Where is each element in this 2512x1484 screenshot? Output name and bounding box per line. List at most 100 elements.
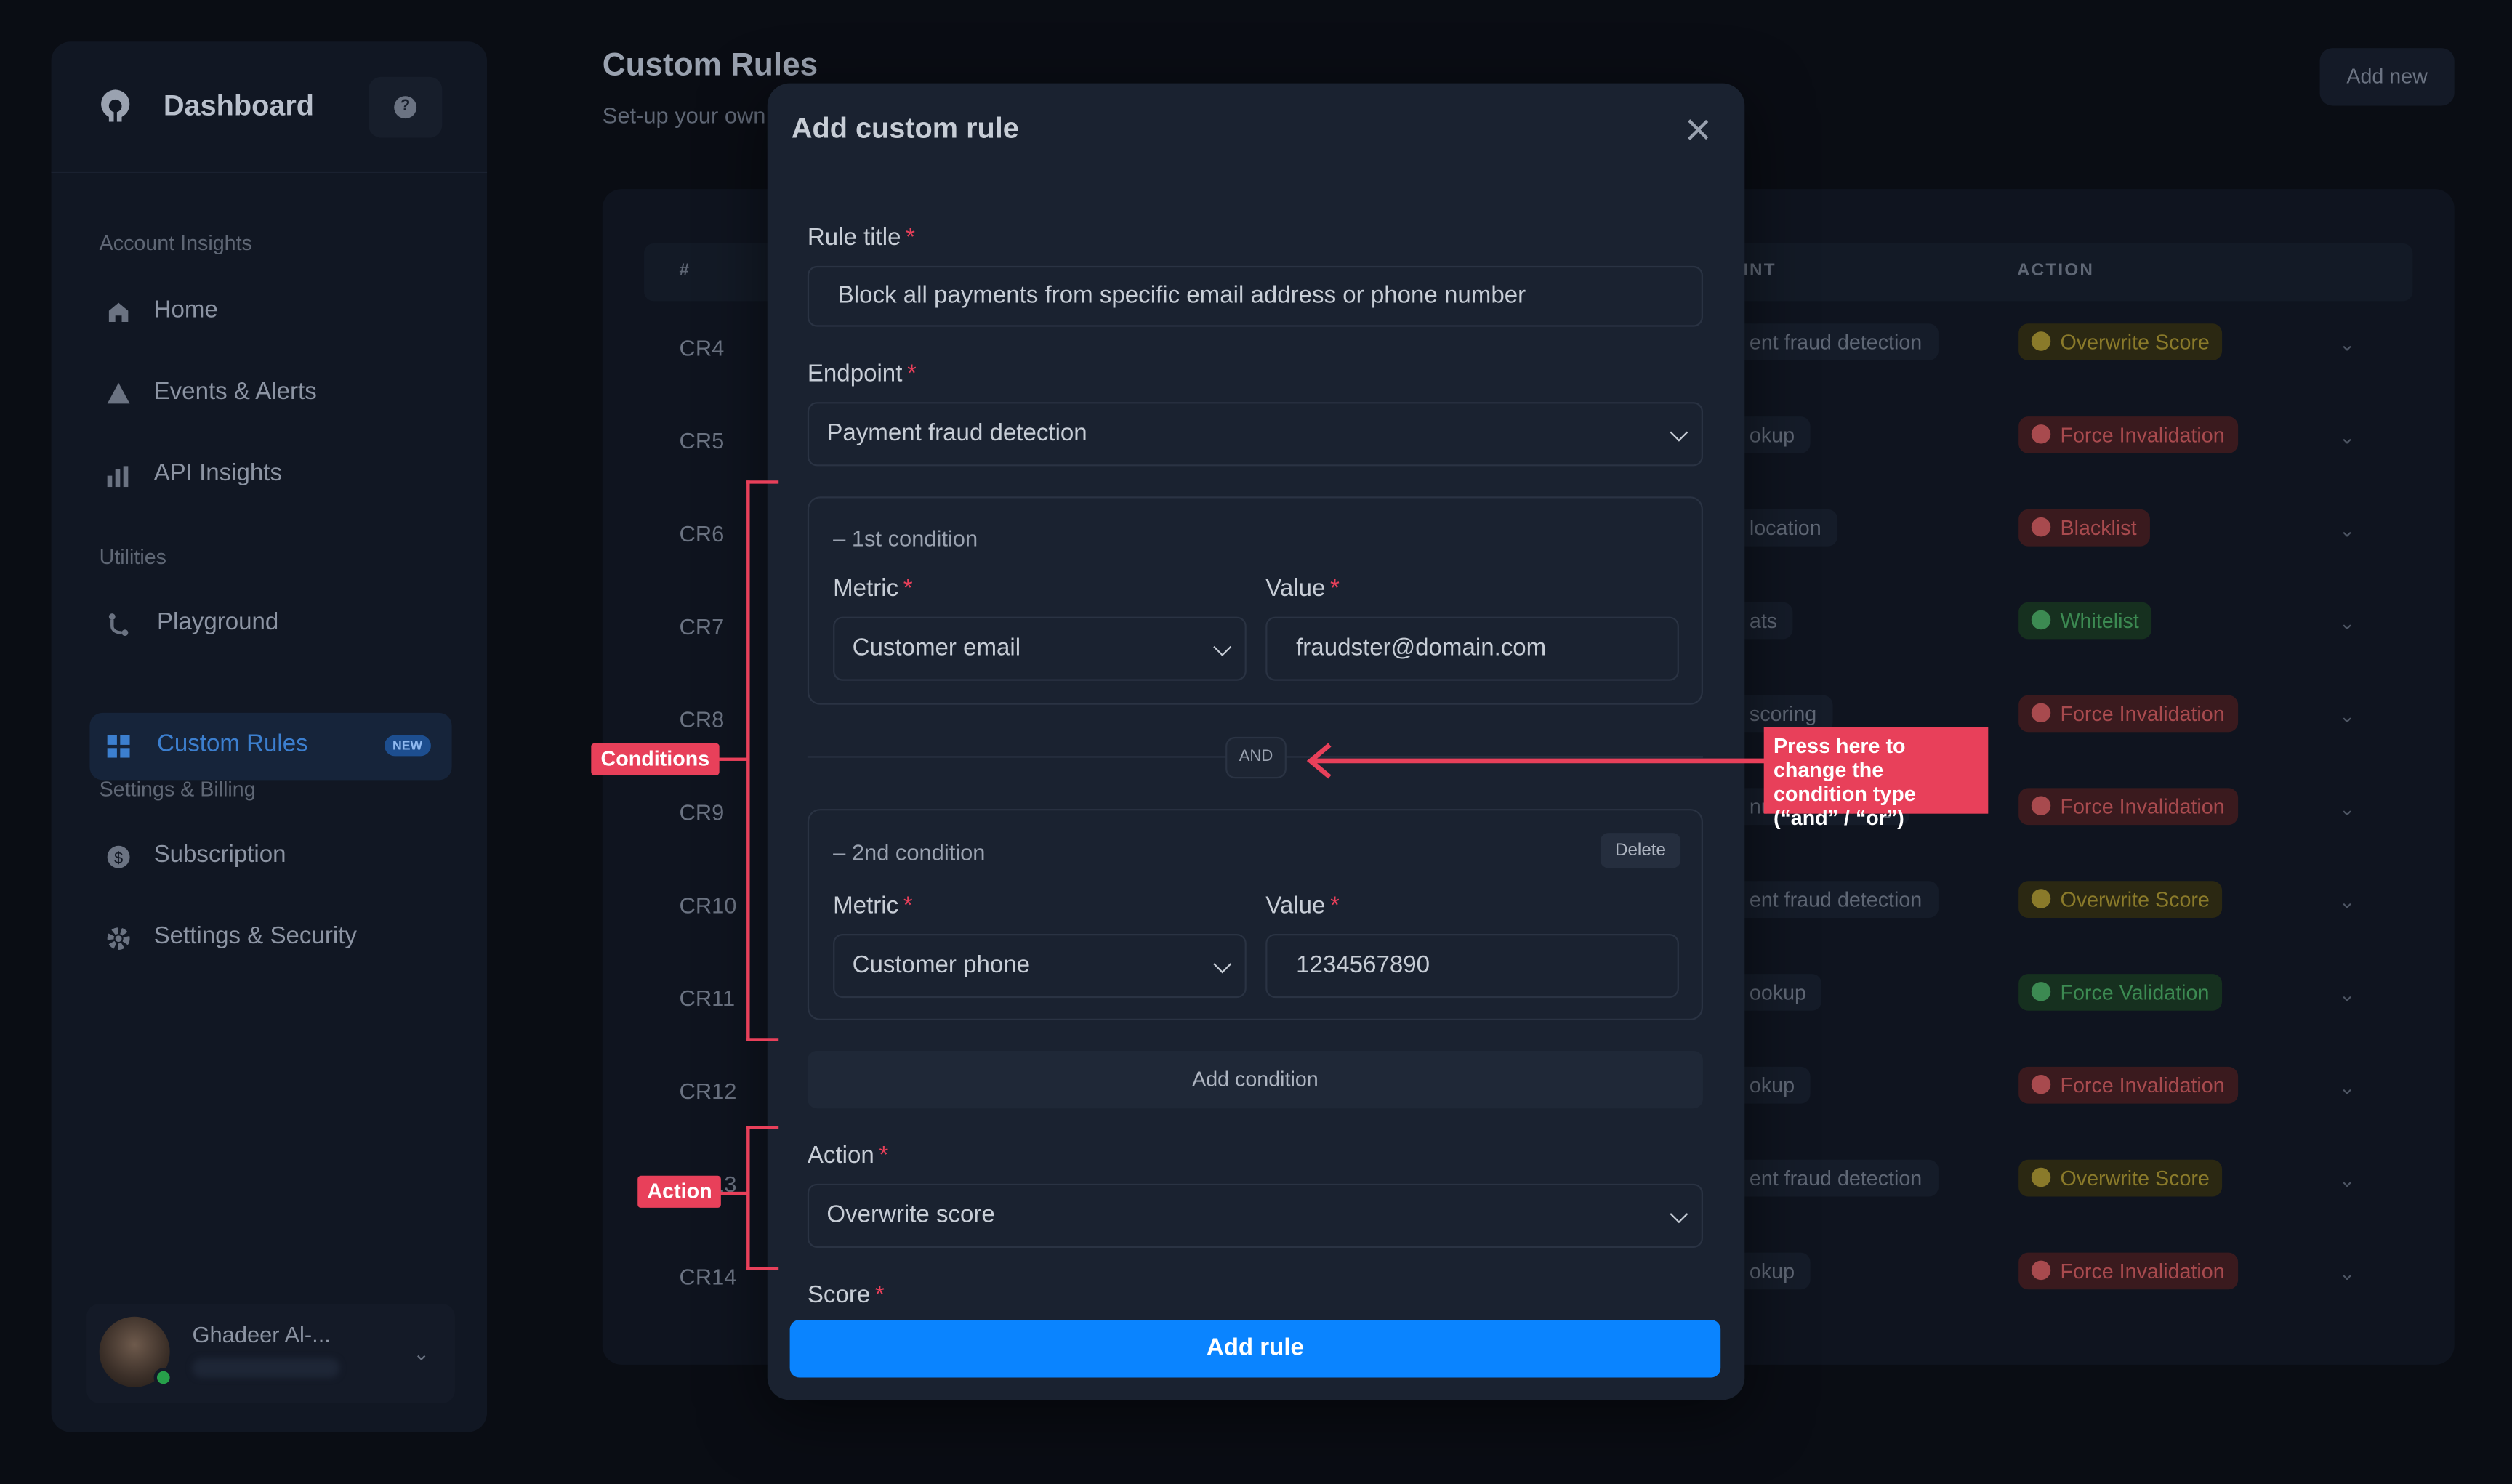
- condition-1-card: – 1st condition Metric * Customer email V…: [807, 496, 1703, 705]
- add-condition-button[interactable]: Add condition: [807, 1050, 1703, 1109]
- warning-icon: [105, 382, 131, 407]
- sidebar-title[interactable]: Dashboard: [164, 89, 314, 123]
- value-input[interactable]: 1234567890: [1265, 933, 1679, 999]
- action-badge-label: Overwrite Score: [2060, 1166, 2210, 1190]
- sidebar-item-label: API Insights: [153, 459, 283, 488]
- chevron-down-icon[interactable]: ⌄: [2339, 1076, 2355, 1099]
- section-account-insights: Account Insights: [99, 230, 252, 255]
- conditions-annotation: Conditions: [591, 743, 720, 775]
- online-status-icon: [153, 1368, 174, 1387]
- gear-icon: [105, 926, 131, 951]
- user-menu[interactable]: Ghadeer Al-... ⌄: [86, 1304, 455, 1403]
- chevron-down-icon[interactable]: ⌄: [2339, 1262, 2355, 1285]
- endpoint-tag: okup: [1733, 1252, 1811, 1290]
- status-icon: [2031, 331, 2051, 351]
- add-rule-button[interactable]: Add rule: [789, 1320, 1721, 1378]
- rule-title-input[interactable]: Block all payments from specific email a…: [807, 265, 1703, 327]
- value-label: Value *: [1265, 575, 1340, 602]
- action-select[interactable]: Overwrite score: [807, 1183, 1703, 1248]
- close-icon[interactable]: [1680, 112, 1715, 147]
- rule-id: CR6: [679, 520, 725, 547]
- metric-select[interactable]: Customer email: [833, 616, 1247, 681]
- action-badge: Overwrite Score: [2018, 1159, 2223, 1197]
- new-badge: NEW: [384, 735, 431, 757]
- chevron-down-icon[interactable]: ⌄: [2339, 798, 2355, 820]
- chevron-down-icon[interactable]: ⌄: [2339, 705, 2355, 727]
- action-badge: Force Invalidation: [2018, 416, 2238, 453]
- conditions-bracket: [746, 480, 779, 1041]
- endpoint-tag: ent fraud detection: [1733, 323, 1939, 360]
- metric-selected-value: Customer email: [852, 634, 1021, 662]
- action-badge: Blacklist: [2018, 509, 2150, 547]
- user-name: Ghadeer Al-...: [192, 1321, 331, 1347]
- bar-chart-icon: [105, 463, 131, 488]
- action-badge-label: Force Invalidation: [2060, 1073, 2225, 1097]
- sidebar-item-label: Custom Rules: [157, 730, 308, 758]
- svg-text:$: $: [114, 849, 123, 867]
- status-icon: [2031, 889, 2051, 908]
- column-header-endpoint: INT: [1743, 261, 1776, 281]
- action-badge-label: Force Invalidation: [2060, 794, 2225, 819]
- sidebar-item-playground[interactable]: Playground: [89, 591, 451, 658]
- action-badge-label: Overwrite Score: [2060, 330, 2210, 355]
- sidebar-item-events-alerts[interactable]: Events & Alerts: [89, 360, 451, 428]
- rule-id: CR5: [679, 427, 725, 453]
- sidebar-item-label: Settings & Security: [153, 922, 357, 951]
- chevron-down-icon[interactable]: ⌄: [2339, 333, 2355, 355]
- chevron-down-icon[interactable]: ⌄: [2339, 890, 2355, 913]
- endpoint-tag: ookup: [1733, 974, 1822, 1011]
- chevron-down-icon[interactable]: ⌄: [2339, 426, 2355, 448]
- status-icon: [2031, 703, 2051, 723]
- sidebar-item-api-insights[interactable]: API Insights: [89, 442, 451, 509]
- endpoint-selected-value: Payment fraud detection: [826, 419, 1087, 447]
- condition-1-title[interactable]: – 1st condition: [833, 525, 978, 551]
- endpoint-select[interactable]: Payment fraud detection: [807, 402, 1703, 467]
- action-badge: Overwrite Score: [2018, 881, 2223, 918]
- add-new-button[interactable]: Add new: [2319, 48, 2455, 106]
- action-badge: Whitelist: [2018, 602, 2152, 640]
- action-badge-label: Blacklist: [2060, 515, 2137, 540]
- user-email-blurred: [192, 1358, 340, 1378]
- chevron-down-icon[interactable]: ⌄: [2339, 519, 2355, 541]
- status-icon: [2031, 1167, 2051, 1187]
- delete-condition-button[interactable]: Delete: [1600, 833, 1681, 868]
- chevron-down-icon[interactable]: ⌄: [2339, 612, 2355, 634]
- rule-id: CR10: [679, 892, 737, 918]
- sidebar-item-label: Events & Alerts: [153, 378, 317, 406]
- action-badge: Force Invalidation: [2018, 695, 2238, 733]
- action-bracket: [746, 1126, 779, 1270]
- endpoint-label: Endpoint *: [807, 360, 917, 388]
- home-icon: [105, 299, 131, 325]
- and-or-annotation-note: Press here to change the condition type …: [1763, 727, 1989, 830]
- sidebar-item-custom-rules[interactable]: Custom Rules NEW: [89, 712, 452, 781]
- status-icon: [2031, 1074, 2051, 1094]
- action-connector: [717, 1191, 749, 1195]
- sidebar-item-settings-security[interactable]: Settings & Security: [89, 905, 451, 972]
- action-badge: Force Validation: [2018, 974, 2223, 1011]
- sidebar: Dashboard ? Account Insights Home Events…: [51, 41, 488, 1432]
- avatar: [99, 1316, 174, 1387]
- rule-id: CR4: [679, 334, 725, 360]
- chevron-down-icon[interactable]: ⌄: [414, 1342, 430, 1365]
- endpoint-tag: ent fraud detection: [1733, 1159, 1939, 1197]
- annotation-arrow-icon: [1306, 743, 1766, 779]
- and-or-toggle-button[interactable]: AND: [1225, 736, 1287, 779]
- action-selected-value: Overwrite score: [826, 1201, 995, 1229]
- sidebar-item-home[interactable]: Home: [89, 279, 451, 347]
- action-badge-label: Whitelist: [2060, 608, 2139, 633]
- action-badge: Force Invalidation: [2018, 1066, 2238, 1104]
- sidebar-item-subscription[interactable]: $ Subscription: [89, 823, 451, 891]
- chevron-down-icon[interactable]: ⌄: [2339, 1169, 2355, 1192]
- value-input[interactable]: fraudster@domain.com: [1265, 616, 1679, 681]
- endpoint-tag: location: [1733, 509, 1837, 547]
- modal-title: Add custom rule: [791, 112, 1019, 145]
- help-icon: ?: [394, 96, 417, 119]
- condition-2-title[interactable]: – 2nd condition: [833, 839, 985, 865]
- chevron-down-icon[interactable]: ⌄: [2339, 983, 2355, 1006]
- metric-select[interactable]: Customer phone: [833, 933, 1247, 999]
- condition-2-card: – 2nd condition Delete Metric * Customer …: [807, 809, 1703, 1021]
- help-button[interactable]: ?: [368, 76, 443, 138]
- page-subtitle: Set-up your own: [602, 102, 766, 129]
- rule-id: CR7: [679, 613, 725, 640]
- status-icon: [2031, 982, 2051, 1001]
